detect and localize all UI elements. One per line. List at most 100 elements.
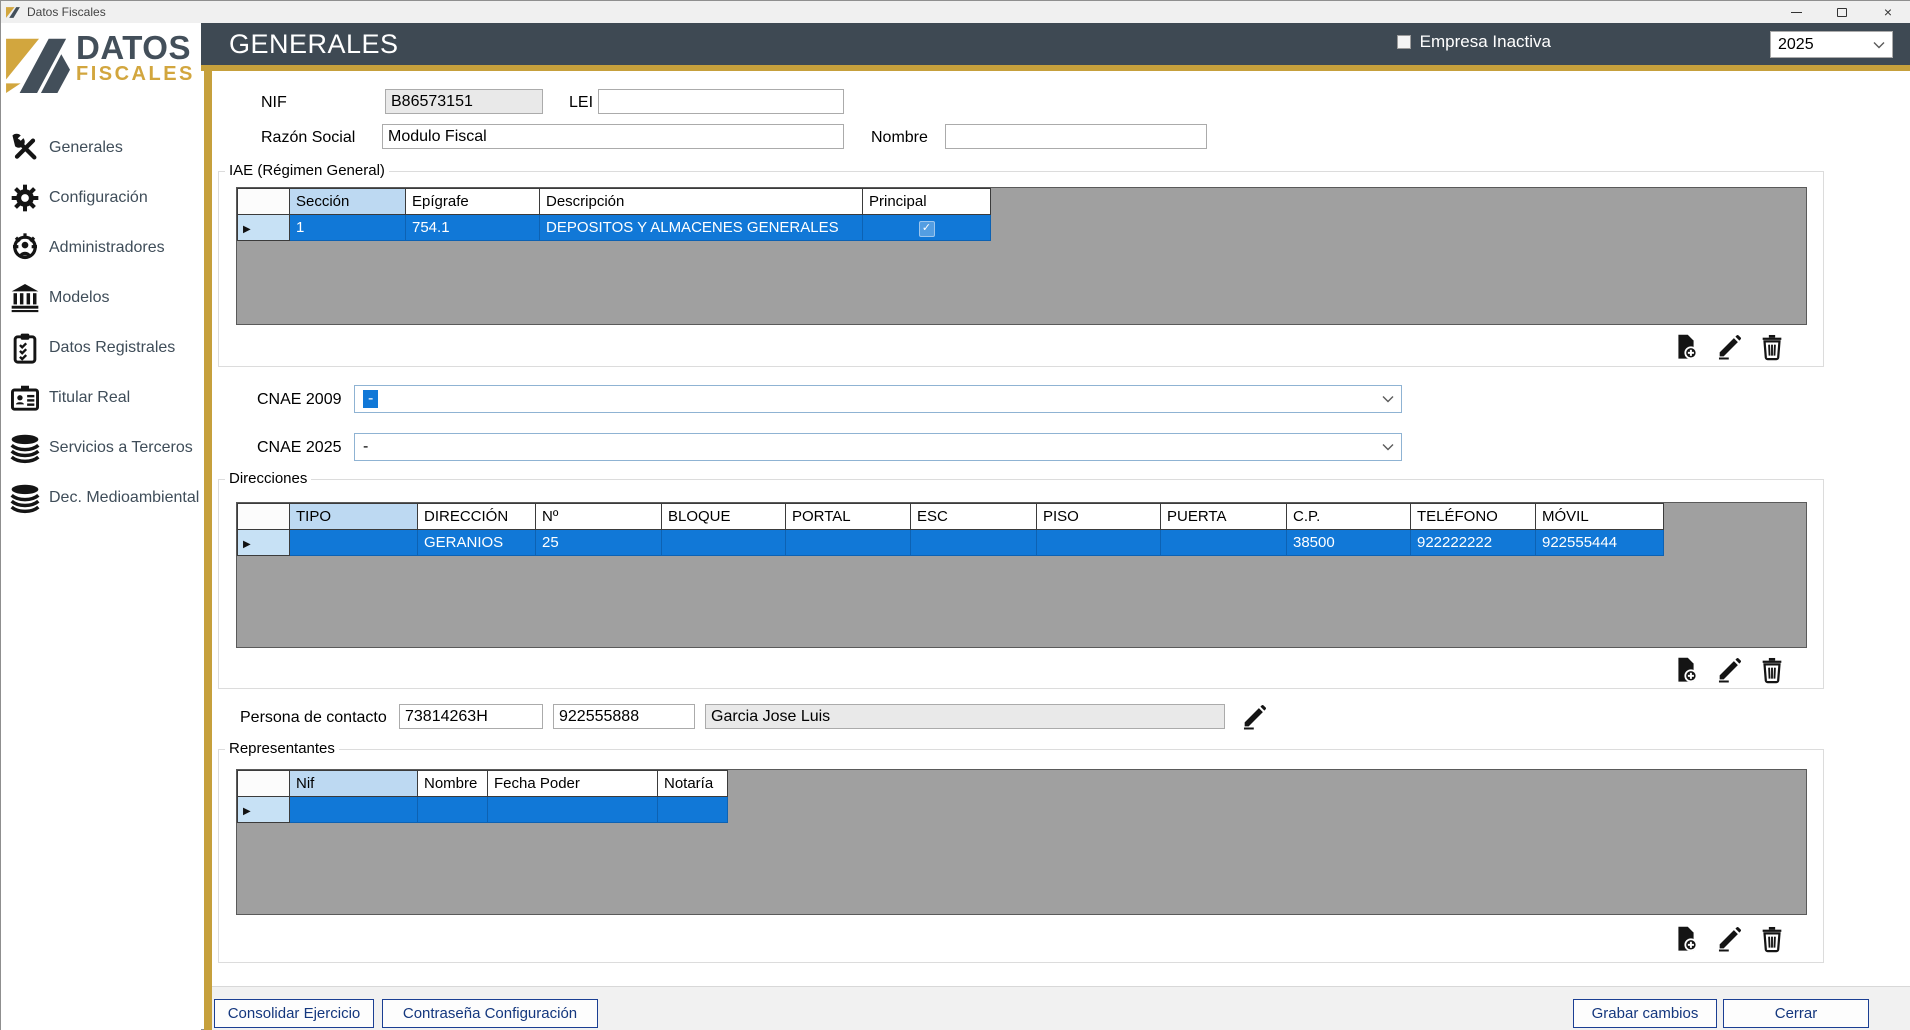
dir-cell-piso[interactable] bbox=[1037, 530, 1161, 556]
contacto-nif-input[interactable] bbox=[399, 704, 543, 729]
dir-cell-direccion[interactable]: GERANIOS bbox=[418, 530, 536, 556]
iae-table-row[interactable]: ▶ 1 754.1 DEPOSITOS Y ALMACENES GENERALE… bbox=[238, 215, 991, 241]
contacto-edit-button[interactable] bbox=[1239, 702, 1269, 732]
dir-cell-tipo[interactable] bbox=[290, 530, 418, 556]
dir-col-movil[interactable]: MÓVIL bbox=[1536, 504, 1664, 530]
chevron-down-icon bbox=[1382, 444, 1394, 451]
direcciones-table-row[interactable]: ▶ GERANIOS 25 38500 922222222 922555444 bbox=[238, 530, 1664, 556]
dir-cell-telefono[interactable]: 922222222 bbox=[1411, 530, 1536, 556]
representantes-table-row[interactable]: ▶ bbox=[238, 797, 728, 823]
rep-col-nif[interactable]: Nif bbox=[290, 771, 418, 797]
rep-col-nombre[interactable]: Nombre bbox=[418, 771, 488, 797]
dir-col-tipo[interactable]: TIPO bbox=[290, 504, 418, 530]
dir-col-piso[interactable]: PISO bbox=[1037, 504, 1161, 530]
dir-cell-movil[interactable]: 922555444 bbox=[1536, 530, 1664, 556]
sidebar-item-administradores[interactable]: Administradores bbox=[1, 228, 201, 268]
dir-col-numero[interactable]: Nº bbox=[536, 504, 662, 530]
dir-cell-numero[interactable]: 25 bbox=[536, 530, 662, 556]
representantes-groupbox: Representantes Nif Nombre Fecha Poder No… bbox=[218, 749, 1824, 963]
cnae-2009-combo[interactable]: - bbox=[354, 385, 1402, 413]
dir-col-puerta[interactable]: PUERTA bbox=[1161, 504, 1287, 530]
iae-edit-row-button[interactable] bbox=[1714, 332, 1744, 362]
sidebar-item-modelos[interactable]: Modelos bbox=[1, 278, 201, 318]
rep-cell-notaria[interactable] bbox=[658, 797, 728, 823]
iae-groupbox-label: IAE (Régimen General) bbox=[225, 162, 389, 179]
row-selector-cell[interactable]: ▶ bbox=[238, 215, 290, 241]
iae-cell-principal[interactable]: ✓ bbox=[863, 215, 991, 241]
sidebar-item-dec-medioambiental[interactable]: Dec. Medioambiental bbox=[1, 478, 201, 518]
cerrar-button[interactable]: Cerrar bbox=[1723, 999, 1869, 1028]
rep-col-notaria[interactable]: Notaría bbox=[658, 771, 728, 797]
representantes-delete-row-button[interactable] bbox=[1757, 924, 1787, 954]
rep-cell-nif[interactable] bbox=[290, 797, 418, 823]
rep-col-fecha-poder[interactable]: Fecha Poder bbox=[488, 771, 658, 797]
document-add-icon bbox=[1672, 333, 1700, 361]
maximize-button[interactable] bbox=[1819, 1, 1865, 23]
sidebar-item-configuracion[interactable]: Configuración bbox=[1, 178, 201, 218]
iae-cell-epigrafe[interactable]: 754.1 bbox=[406, 215, 540, 241]
header-band: GENERALES Empresa Inactiva 2025 bbox=[201, 23, 1910, 65]
dir-col-esc[interactable]: ESC bbox=[911, 504, 1037, 530]
iae-col-epigrafe[interactable]: Epígrafe bbox=[406, 189, 540, 215]
sidebar-item-datos-registrales[interactable]: Datos Registrales bbox=[1, 328, 201, 368]
sidebar-item-generales[interactable]: Generales bbox=[1, 128, 201, 168]
year-dropdown[interactable]: 2025 bbox=[1770, 31, 1893, 58]
iae-cell-descripcion[interactable]: DEPOSITOS Y ALMACENES GENERALES bbox=[540, 215, 863, 241]
direcciones-delete-row-button[interactable] bbox=[1757, 655, 1787, 685]
dir-col-direccion[interactable]: DIRECCIÓN bbox=[418, 504, 536, 530]
lei-input[interactable] bbox=[598, 89, 844, 114]
dir-col-cp[interactable]: C.P. bbox=[1287, 504, 1411, 530]
razon-social-input[interactable] bbox=[382, 124, 844, 149]
dir-col-bloque[interactable]: BLOQUE bbox=[662, 504, 786, 530]
sidebar: DATOS FISCALES Generales Configuración A… bbox=[1, 23, 201, 1030]
grabar-cambios-button[interactable]: Grabar cambios bbox=[1573, 999, 1717, 1028]
direcciones-grid[interactable]: TIPO DIRECCIÓN Nº BLOQUE PORTAL ESC PISO… bbox=[236, 502, 1807, 648]
sidebar-item-label: Datos Registrales bbox=[49, 339, 175, 357]
principal-checkbox[interactable]: ✓ bbox=[919, 221, 935, 237]
iae-cell-seccion[interactable]: 1 bbox=[290, 215, 406, 241]
minimize-button[interactable] bbox=[1773, 1, 1819, 23]
sidebar-item-titular-real[interactable]: Titular Real bbox=[1, 378, 201, 418]
direcciones-add-row-button[interactable] bbox=[1671, 655, 1701, 685]
nif-input[interactable] bbox=[385, 89, 543, 114]
representantes-grid[interactable]: Nif Nombre Fecha Poder Notaría ▶ bbox=[236, 769, 1807, 915]
rep-cell-nombre[interactable] bbox=[418, 797, 488, 823]
contacto-telefono-input[interactable] bbox=[553, 704, 695, 729]
dir-cell-bloque[interactable] bbox=[662, 530, 786, 556]
iae-col-seccion[interactable]: Sección bbox=[290, 189, 406, 215]
window-controls: × bbox=[1773, 1, 1910, 23]
sidebar-item-servicios-terceros[interactable]: Servicios a Terceros bbox=[1, 428, 201, 468]
sidebar-item-label: Administradores bbox=[49, 239, 165, 257]
admin-gear-icon bbox=[9, 232, 41, 264]
iae-delete-row-button[interactable] bbox=[1757, 332, 1787, 362]
direcciones-edit-row-button[interactable] bbox=[1714, 655, 1744, 685]
consolidar-ejercicio-button[interactable]: Consolidar Ejercicio bbox=[214, 999, 374, 1028]
dir-cell-cp[interactable]: 38500 bbox=[1287, 530, 1411, 556]
dir-cell-portal[interactable] bbox=[786, 530, 911, 556]
app-icon bbox=[6, 5, 21, 20]
empresa-inactiva-checkbox[interactable] bbox=[1397, 35, 1411, 49]
iae-grid[interactable]: Sección Epígrafe Descripción Principal ▶… bbox=[236, 187, 1807, 325]
iae-col-principal[interactable]: Principal bbox=[863, 189, 991, 215]
dir-col-portal[interactable]: PORTAL bbox=[786, 504, 911, 530]
cnae-2025-combo[interactable]: - bbox=[354, 433, 1402, 461]
pencil-icon bbox=[1715, 925, 1743, 953]
representantes-edit-row-button[interactable] bbox=[1714, 924, 1744, 954]
dir-col-telefono[interactable]: TELÉFONO bbox=[1411, 504, 1536, 530]
dir-cell-esc[interactable] bbox=[911, 530, 1037, 556]
dir-cell-puerta[interactable] bbox=[1161, 530, 1287, 556]
close-button[interactable]: × bbox=[1865, 1, 1910, 23]
row-selector-cell[interactable]: ▶ bbox=[238, 797, 290, 823]
representantes-add-row-button[interactable] bbox=[1671, 924, 1701, 954]
row-selector-cell[interactable]: ▶ bbox=[238, 530, 290, 556]
pencil-icon bbox=[1240, 703, 1268, 731]
contrasena-configuracion-button[interactable]: Contraseña Configuración bbox=[382, 999, 598, 1028]
nombre-input[interactable] bbox=[945, 124, 1207, 149]
iae-add-row-button[interactable] bbox=[1671, 332, 1701, 362]
contacto-nombre-input[interactable] bbox=[705, 704, 1225, 729]
logo-text: DATOS FISCALES bbox=[76, 33, 195, 85]
iae-groupbox: IAE (Régimen General) Sección Epígrafe D… bbox=[218, 171, 1824, 367]
row-selector-header bbox=[238, 771, 290, 797]
iae-col-descripcion[interactable]: Descripción bbox=[540, 189, 863, 215]
rep-cell-fecha-poder[interactable] bbox=[488, 797, 658, 823]
